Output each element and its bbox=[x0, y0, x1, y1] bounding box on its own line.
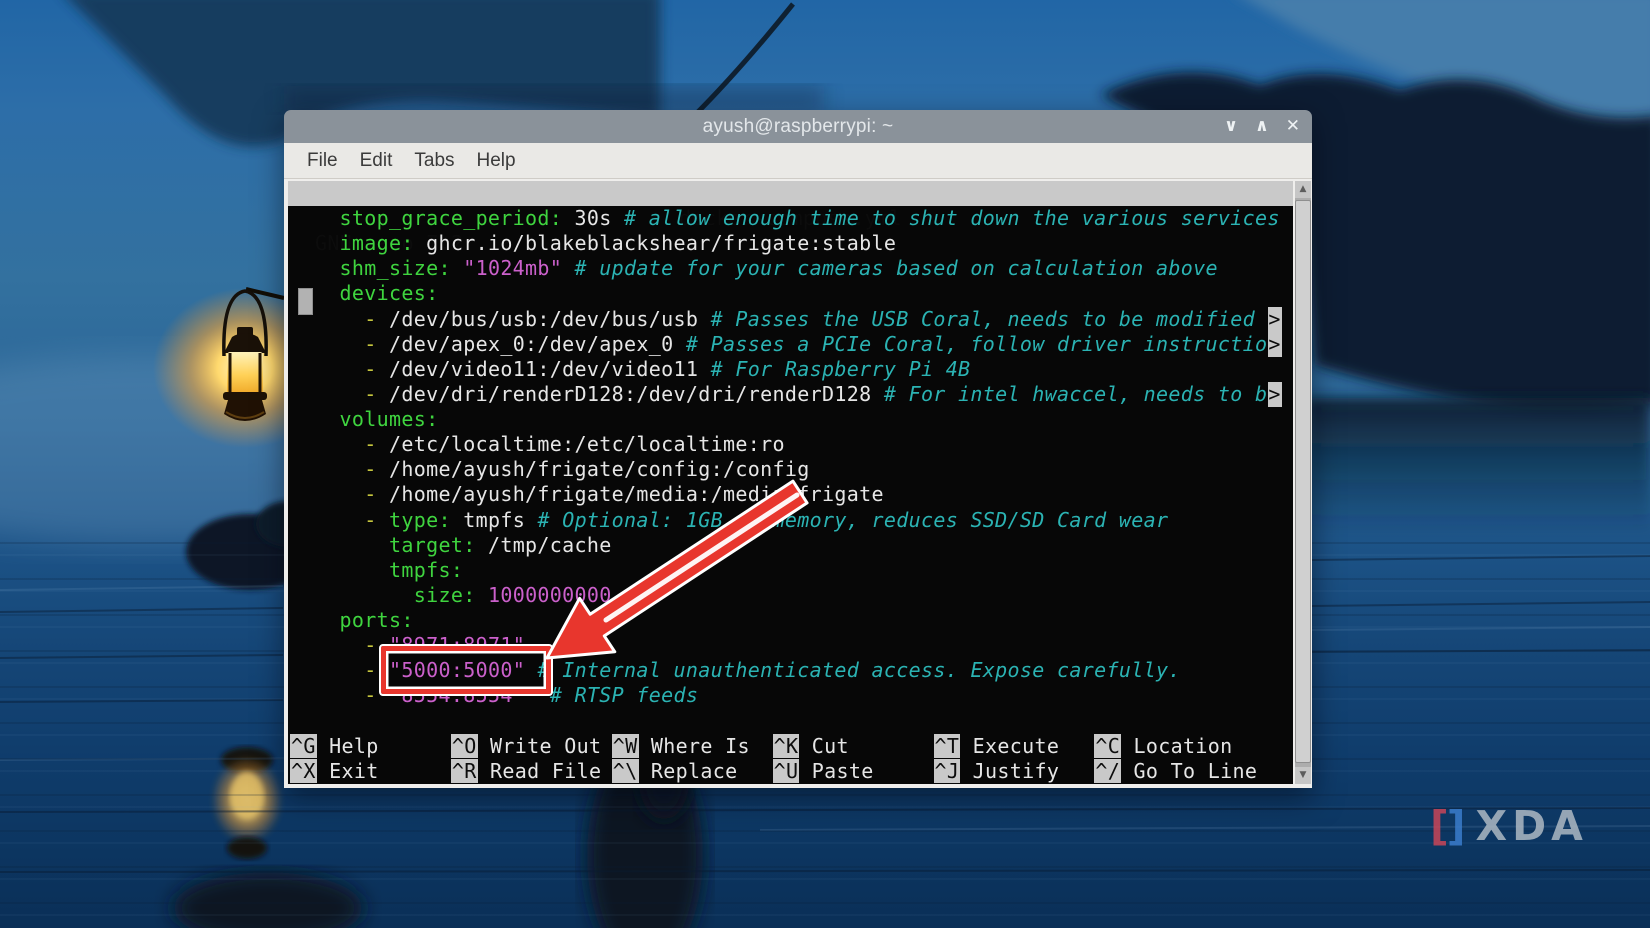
menu-item-tabs[interactable]: Tabs bbox=[403, 150, 465, 172]
xda-text: XDA bbox=[1476, 802, 1588, 850]
scroll-up-icon[interactable]: ▲ bbox=[1295, 181, 1311, 198]
editor-line: - /dev/apex_0:/dev/apex_0 # Passes a PCI… bbox=[290, 332, 1293, 357]
editor-line: - /home/ayush/frigate/media:/media/friga… bbox=[290, 482, 1293, 507]
shortcut-label: Replace bbox=[639, 759, 738, 783]
shortcut-key: ^J bbox=[934, 759, 961, 783]
editor-line: tmpfs: bbox=[290, 558, 1293, 583]
shortcut-label: Paste bbox=[799, 759, 873, 783]
shortcut-key: ^\ bbox=[612, 759, 639, 783]
editor-line: - type: tmpfs # Optional: 1GB of memory,… bbox=[290, 508, 1293, 533]
menu-item-help[interactable]: Help bbox=[466, 150, 527, 172]
editor-line: devices: bbox=[290, 281, 1293, 306]
shortcut-key: ^G bbox=[290, 734, 317, 758]
menu-item-file[interactable]: File bbox=[296, 150, 349, 172]
shortcut-location: ^C Location bbox=[1094, 734, 1232, 759]
shortcut-label: Justify bbox=[960, 759, 1059, 783]
shortcut-label: Read File bbox=[478, 759, 602, 783]
nano-position-indicator bbox=[298, 288, 313, 315]
shortcut-label: Location bbox=[1121, 734, 1232, 758]
editor-line: - /dev/bus/usb:/dev/bus/usb # Passes the… bbox=[290, 307, 1293, 332]
line-continues-marker: > bbox=[1268, 382, 1282, 407]
menu-item-edit[interactable]: Edit bbox=[349, 150, 404, 172]
shortcut-label: Exit bbox=[317, 759, 379, 783]
minimize-button[interactable]: ∨ bbox=[1224, 110, 1238, 143]
editor-line: target: /tmp/cache bbox=[290, 533, 1293, 558]
editor-line: shm_size: "1024mb" # update for your cam… bbox=[290, 256, 1293, 281]
editor-line: volumes: bbox=[290, 407, 1293, 432]
shortcut-label: Execute bbox=[960, 734, 1059, 758]
shortcut-label: Write Out bbox=[478, 734, 602, 758]
shortcut-help: ^G Help bbox=[290, 734, 379, 759]
shortcut-key: ^O bbox=[451, 734, 478, 758]
shortcut-justify: ^J Justify bbox=[934, 759, 1060, 784]
editor-line: size: 1000000000 bbox=[290, 583, 1293, 608]
shortcut-write-out: ^O Write Out bbox=[451, 734, 601, 759]
shortcut-label: Where Is bbox=[639, 734, 750, 758]
shortcut-cut: ^K Cut bbox=[773, 734, 849, 759]
editor-line: stop_grace_period: 30s # allow enough ti… bbox=[290, 206, 1293, 231]
editor-line: - /dev/dri/renderD128:/dev/dri/renderD12… bbox=[290, 382, 1293, 407]
window-controls: ∨ ∧ ✕ bbox=[1224, 110, 1300, 143]
editor-line: ports: bbox=[290, 608, 1293, 633]
scroll-down-icon[interactable]: ▼ bbox=[1295, 767, 1311, 784]
shortcut-go-to-line: ^/ Go To Line bbox=[1094, 759, 1257, 784]
maximize-button[interactable]: ∧ bbox=[1255, 110, 1269, 143]
shortcut-key: ^K bbox=[773, 734, 800, 758]
line-continues-marker: > bbox=[1268, 332, 1282, 357]
shortcut-label: Go To Line bbox=[1121, 759, 1257, 783]
xda-watermark: []XDA bbox=[1430, 802, 1588, 850]
editor-line: image: ghcr.io/blakeblackshear/frigate:s… bbox=[290, 231, 1293, 256]
shortcut-replace: ^\ Replace bbox=[612, 759, 738, 784]
editor-line: - /home/ayush/frigate/config:/config bbox=[290, 457, 1293, 482]
shortcut-label: Help bbox=[317, 734, 379, 758]
shortcut-key: ^C bbox=[1094, 734, 1121, 758]
shortcut-key: ^T bbox=[934, 734, 961, 758]
editor-line: - /dev/video11:/dev/video11 # For Raspbe… bbox=[290, 357, 1293, 382]
editor-line: - /etc/localtime:/etc/localtime:ro bbox=[290, 432, 1293, 457]
highlight-box bbox=[381, 646, 551, 694]
terminal-frame: docker-compose.yml GNU nano 7.2 stop_gra… bbox=[284, 179, 1312, 788]
window-titlebar[interactable]: ayush@raspberrypi: ~ ∨ ∧ ✕ bbox=[284, 110, 1312, 143]
shortcut-where-is: ^W Where Is bbox=[612, 734, 750, 759]
menu-bar: FileEditTabsHelp bbox=[284, 143, 1312, 179]
shortcut-key: ^/ bbox=[1094, 759, 1121, 783]
close-button[interactable]: ✕ bbox=[1286, 110, 1300, 143]
shortcut-label: Cut bbox=[799, 734, 848, 758]
desktop: []XDA ayush@raspberrypi: ~ ∨ ∧ ✕ FileEditT… bbox=[0, 0, 1650, 928]
shortcut-read-file: ^R Read File bbox=[451, 759, 601, 784]
shortcut-paste: ^U Paste bbox=[773, 759, 874, 784]
shortcut-execute: ^T Execute bbox=[934, 734, 1060, 759]
nano-titlebar: docker-compose.yml GNU nano 7.2 bbox=[288, 181, 1293, 206]
shortcut-key: ^W bbox=[612, 734, 639, 758]
terminal-scrollbar[interactable]: ▲ ▼ bbox=[1295, 181, 1311, 784]
shortcut-exit: ^X Exit bbox=[290, 759, 379, 784]
xda-bracket-right: ] bbox=[1447, 802, 1468, 850]
window-title: ayush@raspberrypi: ~ bbox=[703, 116, 894, 138]
shortcut-key: ^R bbox=[451, 759, 478, 783]
line-continues-marker: > bbox=[1268, 307, 1282, 332]
scrollbar-thumb[interactable] bbox=[1295, 200, 1311, 763]
shortcut-key: ^U bbox=[773, 759, 800, 783]
shortcut-key: ^X bbox=[290, 759, 317, 783]
